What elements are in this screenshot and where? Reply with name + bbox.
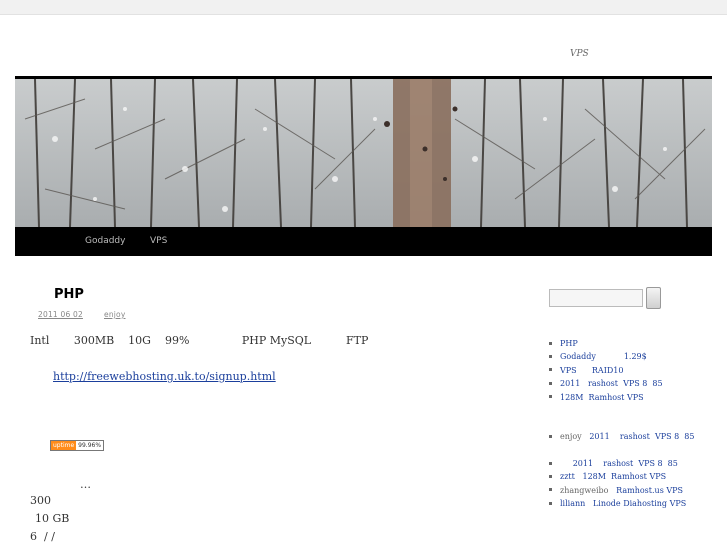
comment-author: zhangweibo (560, 485, 609, 495)
snowy-forest-image (15, 79, 712, 227)
comment-author-link[interactable]: liliann (560, 499, 585, 508)
recent-comments-list-2: 2011 rashost VPS 8 85 zztt 128M Ramhost … (549, 457, 686, 511)
post-body-line-10gb: 10 GB (35, 512, 70, 525)
bullet-icon (549, 381, 552, 385)
comment-post-link[interactable]: Linode Diahosting VPS (593, 499, 686, 508)
recent-post-link[interactable]: Godaddy 1.29$ (560, 352, 647, 361)
bullet-icon (549, 395, 552, 399)
post-body-ellipsis: … (80, 478, 91, 491)
post-title[interactable]: PHP (54, 287, 84, 302)
nav-item-vps[interactable]: VPS (150, 236, 167, 246)
bullet-icon (549, 501, 552, 505)
uptime-badge-label: uptime (51, 441, 77, 450)
bullet-icon (549, 341, 552, 345)
list-item[interactable]: Godaddy 1.29$ (549, 350, 663, 363)
site-description: VPS (570, 49, 589, 59)
comment-author-link[interactable]: zztt (560, 472, 575, 481)
list-item[interactable]: 128M Ramhost VPS (549, 391, 663, 404)
admin-top-bar (0, 0, 727, 15)
bullet-icon (549, 461, 552, 465)
recent-post-link[interactable]: 2011 rashost VPS 8 85 (560, 379, 663, 388)
recent-comments-list: enjoy 2011 rashost VPS 8 85 (549, 430, 695, 443)
header-banner-image (15, 79, 712, 227)
bullet-icon (549, 368, 552, 372)
recent-post-link[interactable]: 128M Ramhost VPS (560, 393, 644, 402)
search-input[interactable] (549, 289, 643, 307)
post-author-link[interactable]: enjoy (104, 310, 125, 319)
comment-post-link[interactable]: 2011 rashost VPS 8 85 (589, 432, 694, 441)
nav-item-godaddy[interactable]: Godaddy (85, 236, 125, 246)
list-item[interactable]: 2011 rashost VPS 8 85 (549, 377, 663, 390)
list-item: zhangweibo Ramhost.us VPS (549, 484, 686, 497)
post-body-line-300: 300 (30, 494, 51, 507)
list-item: 2011 rashost VPS 8 85 (549, 457, 686, 470)
post-body-line-specs: Intl 300MB 10G 99% PHP MySQL FTP (30, 334, 369, 347)
search-button[interactable] (646, 287, 661, 309)
recent-post-link[interactable]: VPS RAID10 (560, 366, 623, 375)
uptime-badge[interactable]: uptime 99.96% (50, 440, 105, 451)
comment-post-link[interactable]: 128M Ramhost VPS (583, 472, 667, 481)
recent-posts-list: PHP Godaddy 1.29$ VPS RAID10 2011 rashos… (549, 337, 663, 404)
list-item[interactable]: VPS RAID10 (549, 364, 663, 377)
bullet-icon (549, 354, 552, 358)
comment-author: enjoy (560, 432, 582, 441)
bullet-icon (549, 434, 552, 438)
list-item: enjoy 2011 rashost VPS 8 85 (549, 430, 695, 443)
list-item[interactable]: PHP (549, 337, 663, 350)
bullet-icon (549, 474, 552, 478)
comment-post-link[interactable]: Ramhost.us VPS (616, 486, 683, 495)
signup-link[interactable]: http://freewebhosting.uk.to/signup.html (53, 370, 276, 383)
comment-post-link[interactable]: 2011 rashost VPS 8 85 (573, 459, 678, 468)
post-body-line-6: 6 / / (30, 530, 55, 543)
recent-post-link[interactable]: PHP (560, 339, 578, 348)
bullet-icon (549, 488, 552, 492)
list-item: liliann Linode Diahosting VPS (549, 497, 686, 510)
uptime-badge-value: 99.96% (76, 441, 104, 450)
post-date-link[interactable]: 2011 06 02 (38, 310, 83, 319)
main-navigation: Godaddy VPS (15, 227, 712, 256)
list-item: zztt 128M Ramhost VPS (549, 470, 686, 483)
